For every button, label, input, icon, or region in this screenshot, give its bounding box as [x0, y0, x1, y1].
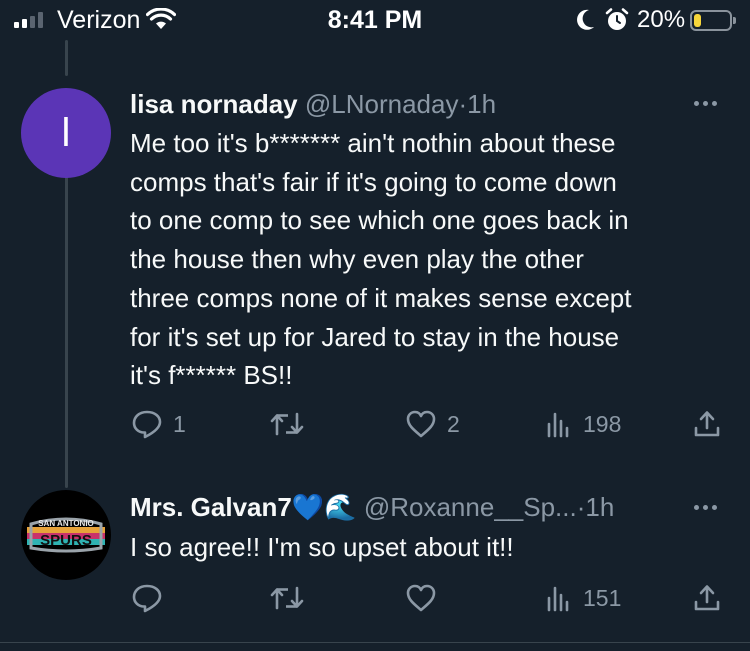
retweet-button[interactable]	[270, 404, 314, 444]
tweet-text-line: the house then why even play the other	[130, 244, 584, 275]
reply-button[interactable]	[131, 578, 173, 618]
logo-team-text: SPURS	[40, 532, 92, 549]
tweet-text-line: Me too it's b******* ain't nothin about …	[130, 128, 616, 158]
analytics-icon	[547, 412, 569, 438]
share-button[interactable]	[692, 404, 722, 444]
san-antonio-spurs-logo-icon: SAN ANTONIO SPURS	[27, 517, 105, 553]
display-name[interactable]: Mrs. Galvan7	[130, 492, 292, 522]
user-handle[interactable]: @LNornaday	[305, 89, 459, 119]
thread-line-top	[65, 40, 68, 76]
logo-city-text: SAN ANTONIO	[38, 519, 94, 528]
tweet-actions: 1 2 198	[0, 404, 750, 444]
battery-icon	[690, 10, 736, 31]
battery-percent: 20%	[637, 6, 686, 33]
avatar[interactable]: SAN ANTONIO SPURS	[21, 490, 111, 580]
like-button[interactable]: 2	[405, 404, 460, 444]
tweet-text: Me too it's b******* ain't nothin about …	[130, 124, 632, 395]
heart-icon	[406, 410, 436, 438]
share-icon	[694, 585, 720, 611]
avatar-letter: l	[61, 110, 71, 155]
share-button[interactable]	[692, 578, 722, 618]
tweet-text: I so agree!! I'm so upset about it!!	[130, 528, 514, 567]
reply-icon	[132, 584, 162, 613]
like-button[interactable]	[405, 578, 447, 618]
tweet-text-line: comps that's fair if it's going to come …	[130, 166, 617, 197]
view-count: 151	[583, 584, 622, 611]
views-button[interactable]: 151	[545, 578, 621, 618]
tweet-text-line: for it's set up for Jared to stay in the…	[130, 321, 620, 352]
display-name[interactable]: lisa nornaday	[130, 89, 298, 119]
tweet-header: Mrs. Galvan7💙🌊 @Roxanne__Sp...·1h	[130, 492, 614, 523]
name-emoji: 💙🌊	[291, 492, 357, 522]
like-count: 2	[447, 410, 460, 437]
reply-button[interactable]: 1	[131, 404, 186, 444]
user-handle[interactable]: @Roxanne__Sp...	[364, 492, 577, 522]
timestamp[interactable]: 1h	[467, 89, 496, 119]
view-count: 198	[583, 410, 622, 437]
analytics-icon	[547, 586, 569, 612]
retweet-icon	[270, 412, 304, 436]
retweet-icon	[270, 586, 304, 610]
reply-count: 1	[173, 410, 186, 437]
share-icon	[694, 411, 720, 437]
divider	[0, 642, 750, 643]
tweet-header: lisa nornaday @LNornaday·1h	[130, 89, 496, 120]
do-not-disturb-moon-icon	[574, 8, 596, 37]
separator-dot: ·	[458, 89, 468, 119]
views-button[interactable]: 198	[545, 404, 621, 444]
more-options-icon[interactable]	[694, 101, 717, 106]
retweet-button[interactable]	[270, 578, 314, 618]
tweet-text-line: to one comp to see which one goes back i…	[130, 205, 629, 236]
timestamp[interactable]: 1h	[585, 492, 614, 522]
alarm-clock-icon	[604, 8, 630, 37]
tweet-text-line: it's f****** BS!!	[130, 360, 293, 391]
status-bar: Verizon 8:41 PM 20%	[0, 0, 750, 40]
reply-icon	[132, 410, 162, 439]
more-options-icon[interactable]	[694, 505, 717, 510]
tweet-actions: 151	[0, 578, 750, 618]
tweet-text-line: three comps none of it makes sense excep…	[130, 282, 632, 313]
avatar[interactable]: l	[21, 88, 111, 178]
heart-icon	[406, 584, 436, 612]
tweet-text-line: I so agree!! I'm so upset about it!!	[130, 532, 514, 562]
